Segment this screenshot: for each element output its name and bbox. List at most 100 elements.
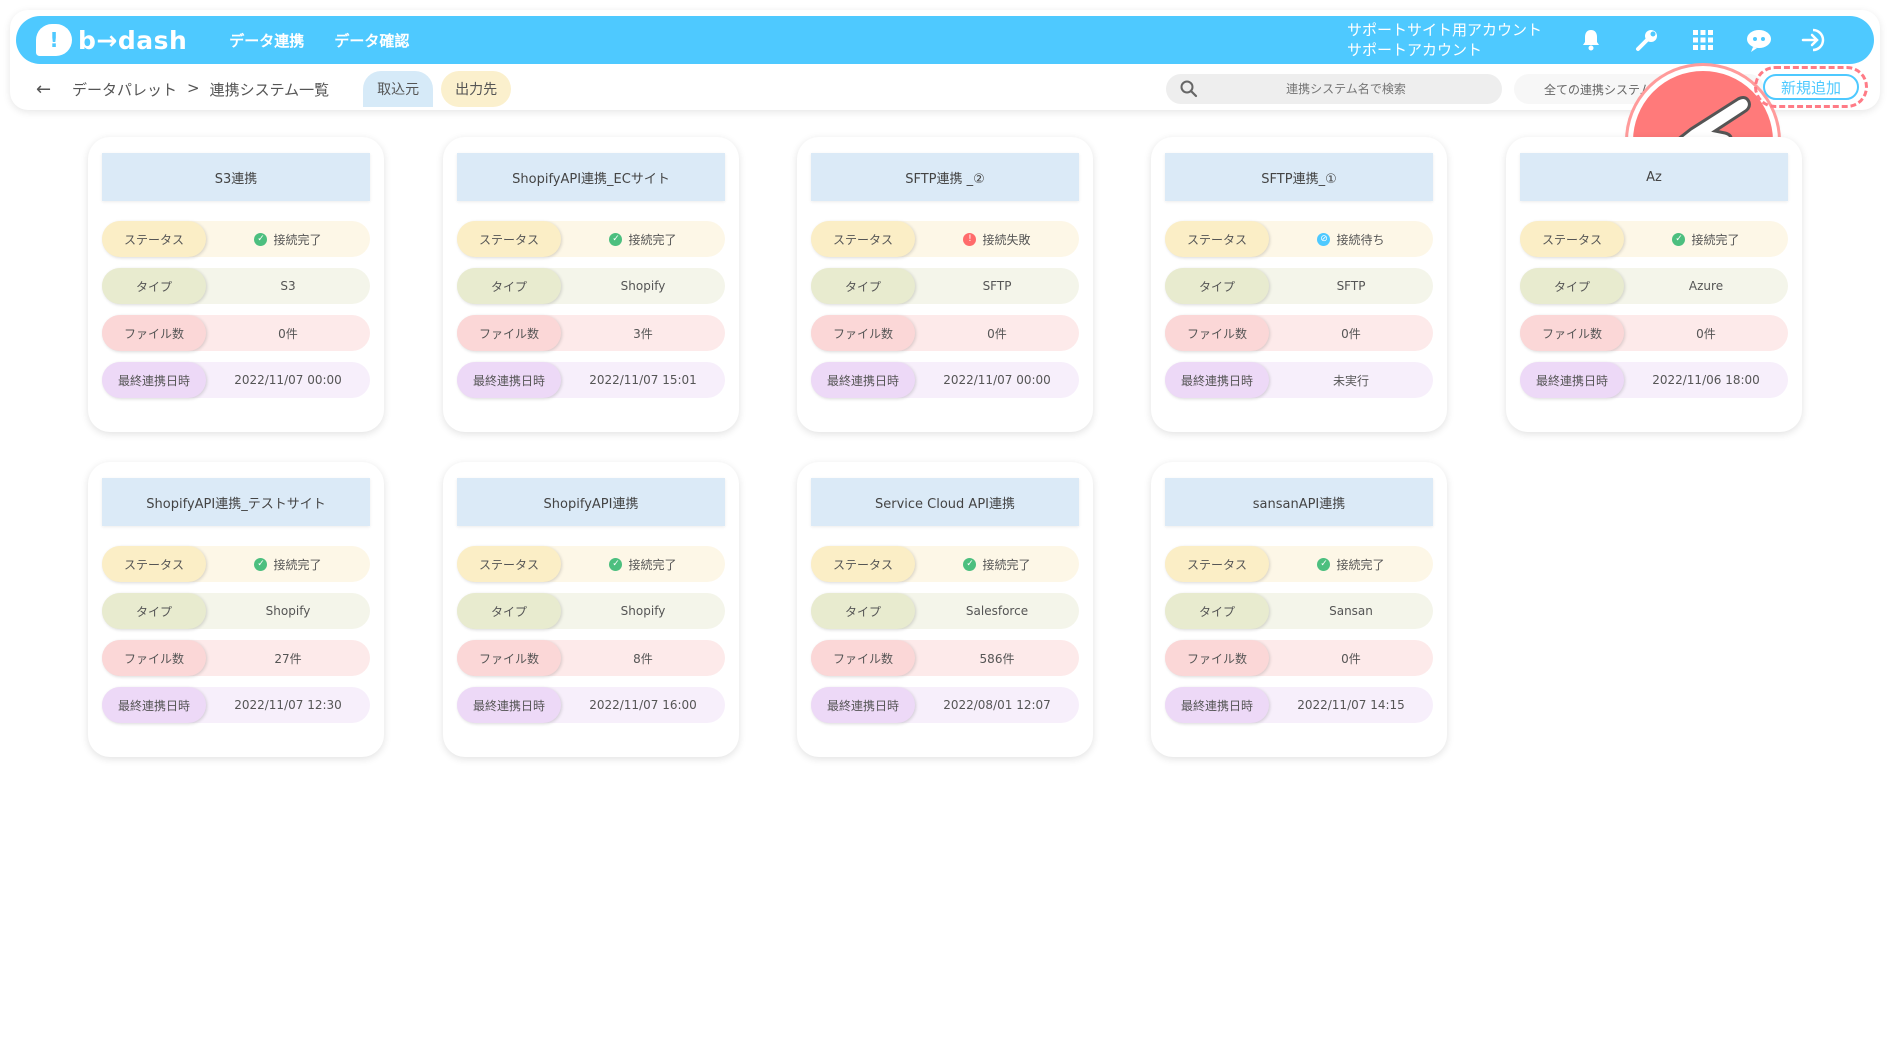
type-row: タイプ S3 (102, 268, 370, 304)
type-label: タイプ (811, 268, 915, 304)
files-value: 0件 (278, 326, 298, 341)
tab-destination[interactable]: 出力先 (441, 71, 512, 107)
tab-source[interactable]: 取込元 (363, 71, 434, 107)
account-line1: サポートサイト用アカウント (1346, 21, 1542, 39)
status-text: 接続完了 (628, 557, 677, 572)
last-sync-value: 未実行 (1332, 373, 1369, 388)
nav-data-check[interactable]: データ確認 (334, 30, 409, 51)
card-title: Az (1520, 153, 1788, 201)
last-sync-value: 2022/08/01 12:07 (943, 698, 1051, 712)
card-title: ShopifyAPI連携_ECサイト (457, 153, 725, 201)
type-value: SFTP (982, 279, 1012, 293)
wrench-icon[interactable] (1632, 25, 1662, 55)
last-sync-value: 2022/11/07 00:00 (943, 373, 1051, 387)
status-value: ! 接続失敗 (915, 231, 1079, 248)
nav-data-integration[interactable]: データ連携 (229, 30, 304, 51)
last-sync-row: 最終連携日時 2022/11/07 14:15 (1165, 687, 1433, 723)
logout-icon[interactable] (1800, 25, 1830, 55)
status-label: ステータス (457, 546, 561, 582)
type-label: タイプ (1165, 593, 1269, 629)
files-label: ファイル数 (102, 315, 206, 351)
breadcrumb-separator: > (187, 78, 200, 97)
status-text: 接続待ち (1336, 232, 1385, 247)
last-sync-label: 最終連携日時 (457, 362, 561, 398)
status-label: ステータス (811, 546, 915, 582)
last-sync-label: 最終連携日時 (1165, 362, 1269, 398)
files-label: ファイル数 (457, 640, 561, 676)
integration-card[interactable]: SFTP連携 _② ステータス ! 接続失敗 タイプ SFTP ファイル数 0件… (797, 137, 1093, 432)
status-text: 接続失敗 (982, 232, 1031, 247)
last-sync-value: 2022/11/06 18:00 (1652, 373, 1760, 387)
new-button-highlight: 新規追加 (1754, 66, 1868, 108)
last-sync-label: 最終連携日時 (102, 362, 206, 398)
type-label: タイプ (457, 593, 561, 629)
integration-card[interactable]: ShopifyAPI連携_ECサイト ステータス ✓ 接続完了 タイプ Shop… (443, 137, 739, 432)
status-row: ステータス ✓ 接続完了 (811, 546, 1079, 582)
status-label: ステータス (1165, 221, 1269, 257)
last-sync-label: 最終連携日時 (1520, 362, 1624, 398)
type-label: タイプ (1165, 268, 1269, 304)
status-label: ステータス (811, 221, 915, 257)
last-sync-label: 最終連携日時 (102, 687, 206, 723)
bell-icon[interactable] (1576, 25, 1606, 55)
integration-card[interactable]: SFTP連携_① ステータス ⊘ 接続待ち タイプ SFTP ファイル数 0件 … (1151, 137, 1447, 432)
apps-grid-icon[interactable] (1688, 25, 1718, 55)
type-label: タイプ (457, 268, 561, 304)
status-ok-icon: ✓ (963, 557, 977, 571)
account-info[interactable]: サポートサイト用アカウント サポートアカウント (1347, 20, 1542, 60)
logo-text: b→dash (78, 25, 188, 55)
files-row: ファイル数 8件 (457, 640, 725, 676)
status-label: ステータス (102, 221, 206, 257)
integration-card[interactable]: sansanAPI連携 ステータス ✓ 接続完了 タイプ Sansan ファイル… (1151, 462, 1447, 757)
last-sync-label: 最終連携日時 (811, 362, 915, 398)
card-title: ShopifyAPI連携 (457, 478, 725, 526)
last-sync-label: 最終連携日時 (457, 687, 561, 723)
files-label: ファイル数 (1165, 640, 1269, 676)
type-label: タイプ (102, 268, 206, 304)
support-chat-icon[interactable] (1744, 25, 1774, 55)
status-row: ステータス ✓ 接続完了 (102, 221, 370, 257)
back-arrow-icon[interactable]: ← (36, 79, 60, 100)
files-label: ファイル数 (811, 315, 915, 351)
last-sync-row: 最終連携日時 2022/11/07 00:00 (102, 362, 370, 398)
last-sync-row: 最終連携日時 2022/11/07 15:01 (457, 362, 725, 398)
files-value: 27件 (274, 651, 302, 666)
type-row: タイプ Sansan (1165, 593, 1433, 629)
files-row: ファイル数 586件 (811, 640, 1079, 676)
last-sync-row: 最終連携日時 未実行 (1165, 362, 1433, 398)
integration-card[interactable]: Service Cloud API連携 ステータス ✓ 接続完了 タイプ Sal… (797, 462, 1093, 757)
integration-card[interactable]: S3連携 ステータス ✓ 接続完了 タイプ S3 ファイル数 0件 最終連携日時 (88, 137, 384, 432)
top-bar: ! b→dash データ連携 データ確認 サポートサイト用アカウント サポートア… (16, 16, 1874, 64)
files-value: 3件 (633, 326, 653, 341)
card-title: ShopifyAPI連携_テストサイト (102, 478, 370, 526)
status-row: ステータス ✓ 接続完了 (102, 546, 370, 582)
status-row: ステータス ! 接続失敗 (811, 221, 1079, 257)
integration-card[interactable]: Az ステータス ✓ 接続完了 タイプ Azure ファイル数 0件 最終連携日… (1506, 137, 1802, 432)
search-input[interactable] (1216, 82, 1476, 96)
account-line2: サポートアカウント (1346, 41, 1482, 59)
type-row: タイプ Azure (1520, 268, 1788, 304)
status-label: ステータス (457, 221, 561, 257)
add-new-button[interactable]: 新規追加 (1763, 74, 1859, 100)
last-sync-value: 2022/11/07 16:00 (589, 698, 697, 712)
status-row: ステータス ⊘ 接続待ち (1165, 221, 1433, 257)
breadcrumb-data-palette[interactable]: データパレット (72, 79, 177, 100)
files-row: ファイル数 0件 (811, 315, 1079, 351)
status-text: 接続完了 (1336, 557, 1385, 572)
files-value: 0件 (1696, 326, 1716, 341)
files-row: ファイル数 27件 (102, 640, 370, 676)
search-icon (1180, 80, 1198, 98)
status-row: ステータス ✓ 接続完了 (457, 546, 725, 582)
files-label: ファイル数 (1165, 315, 1269, 351)
integration-card[interactable]: ShopifyAPI連携 ステータス ✓ 接続完了 タイプ Shopify ファ… (443, 462, 739, 757)
integration-card[interactable]: ShopifyAPI連携_テストサイト ステータス ✓ 接続完了 タイプ Sho… (88, 462, 384, 757)
bdash-logo[interactable]: ! b→dash (36, 24, 187, 56)
status-ok-icon: ✓ (1317, 557, 1331, 571)
status-text: 接続完了 (273, 232, 322, 247)
type-value: SFTP (1336, 279, 1366, 293)
type-value: S3 (280, 279, 296, 293)
card-title: S3連携 (102, 153, 370, 201)
files-row: ファイル数 0件 (1520, 315, 1788, 351)
search-box[interactable] (1166, 74, 1502, 104)
type-label: タイプ (1520, 268, 1624, 304)
